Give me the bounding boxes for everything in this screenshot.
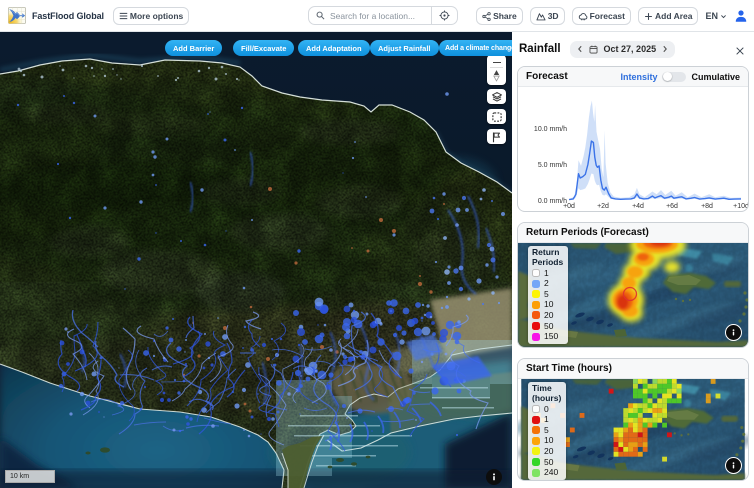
svg-text:5.0 mm/h: 5.0 mm/h xyxy=(538,162,567,169)
svg-text:+4d: +4d xyxy=(632,203,644,210)
svg-text:+0d: +0d xyxy=(563,203,575,210)
svg-text:+10d: +10d xyxy=(733,203,748,210)
svg-text:+6d: +6d xyxy=(666,203,678,210)
svg-text:+8d: +8d xyxy=(701,203,713,210)
svg-text:+2d: +2d xyxy=(597,203,609,210)
svg-text:10.0 mm/h: 10.0 mm/h xyxy=(534,126,567,133)
